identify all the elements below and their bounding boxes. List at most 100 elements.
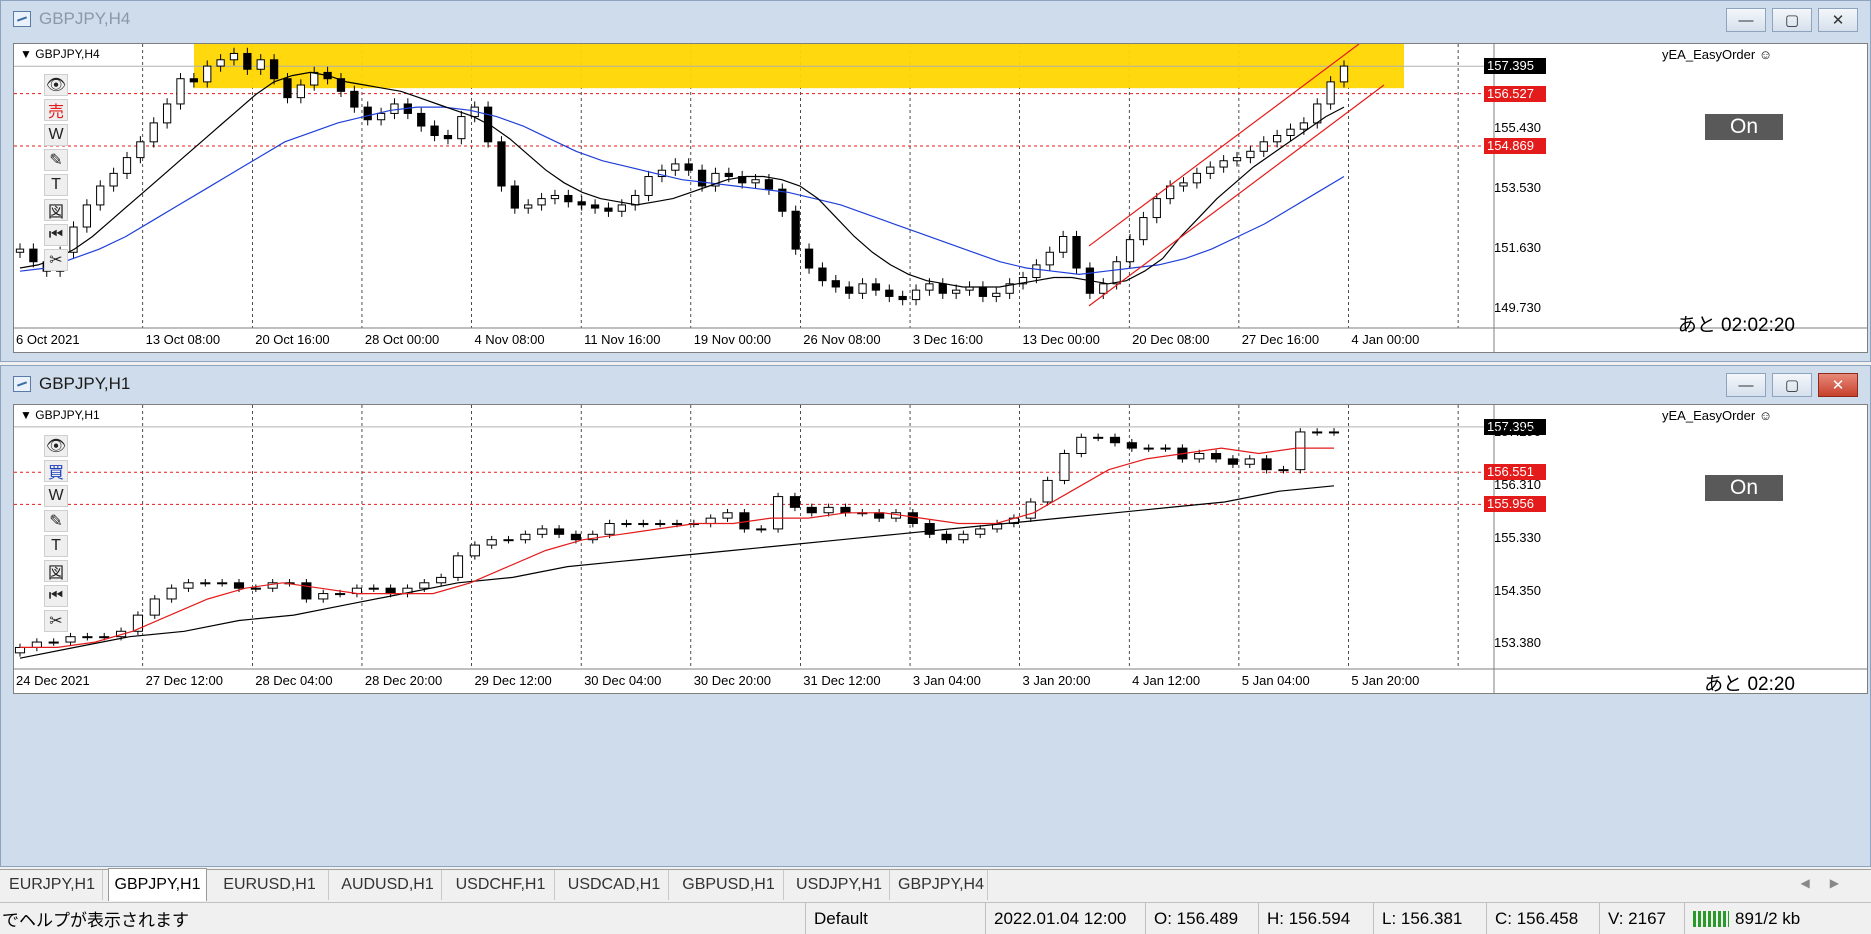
chart-canvas[interactable]: [14, 405, 1868, 694]
candle: [550, 194, 560, 200]
chart-window-gbpjpy-h1[interactable]: GBPJPY,H1 — ▢ ✕ ▼ GBPJPY,H1 yEA_EasyOrde…: [0, 365, 1871, 867]
time-axis-label: 30 Dec 20:00: [693, 673, 772, 688]
sell-order-tool[interactable]: 売: [44, 99, 68, 121]
candle: [885, 289, 894, 297]
close-button[interactable]: ✕: [1818, 373, 1858, 397]
tab-gbpjpy-h1[interactable]: GBPJPY,H1: [108, 868, 207, 901]
status-bar: でヘルプが表示されます Default 2022.01.04 12:00 O: …: [0, 902, 1871, 934]
time-axis-label: 19 Nov 00:00: [693, 332, 772, 347]
window-titlebar[interactable]: GBPJPY,H1 — ▢ ✕: [1, 366, 1870, 402]
candle: [1326, 81, 1335, 105]
pencil-icon[interactable]: ✎: [44, 510, 68, 532]
candle: [96, 185, 105, 206]
candle: [1286, 128, 1295, 137]
pencil-icon[interactable]: ✎: [44, 149, 68, 171]
candle: [1126, 442, 1137, 449]
ea-toolbar: 👁 売 W ✎ T 図 ⏮ ✂: [44, 74, 70, 274]
price-axis-label: 157.290: [1494, 424, 1541, 440]
w-tool[interactable]: W: [44, 485, 68, 507]
minimize-button[interactable]: —: [1726, 8, 1766, 32]
candle: [1211, 452, 1222, 460]
candle: [975, 528, 986, 535]
w-tool[interactable]: W: [44, 124, 68, 146]
candle: [243, 52, 252, 70]
candle: [1244, 458, 1255, 465]
chart-menu-triangle-icon[interactable]: ▼: [20, 47, 32, 61]
chart-canvas[interactable]: [14, 44, 1868, 353]
price-axis-label: 154.350: [1494, 582, 1541, 598]
maximize-button[interactable]: ▢: [1772, 373, 1812, 397]
price-axis-label: 156.310: [1494, 477, 1541, 493]
price-axis-label: 153.530: [1494, 180, 1541, 196]
candle: [831, 280, 840, 288]
candle: [233, 582, 245, 589]
ea-toolbar: 👁 買 W ✎ T 図 ⏮ ✂: [44, 435, 70, 635]
buy-order-tool[interactable]: 買: [44, 460, 68, 482]
price-axis-label: 155.330: [1494, 530, 1541, 546]
symbol-label: ▼ GBPJPY,H1: [20, 408, 100, 422]
candle: [705, 517, 716, 525]
smiley-icon: ☺: [1758, 408, 1773, 423]
candle: [109, 172, 118, 187]
candle: [537, 198, 546, 206]
candle: [1179, 182, 1188, 187]
rewind-icon[interactable]: ⏮: [44, 585, 68, 607]
tab-eurusd-h1[interactable]: EURUSD,H1: [211, 870, 329, 900]
minimize-button[interactable]: —: [1726, 373, 1766, 397]
candle: [520, 533, 531, 541]
time-axis-label: 31 Dec 12:00: [803, 673, 881, 688]
candle: [430, 125, 439, 137]
price-chart[interactable]: ▼ GBPJPY,H4 yEA_EasyOrder ☺ 👁 売 W ✎ T 図 …: [13, 43, 1868, 353]
tab-gbpjpy-h4[interactable]: GBPJPY,H4: [895, 870, 988, 900]
candle: [804, 248, 814, 269]
rewind-icon[interactable]: ⏮: [44, 224, 68, 246]
tab-eurjpy-h1[interactable]: EURJPY,H1: [2, 870, 103, 900]
shape-tool-icon[interactable]: 図: [44, 199, 68, 221]
status-volume: V: 2167: [1599, 903, 1684, 934]
time-axis-label: 5 Jan 20:00: [1351, 673, 1420, 688]
candle: [1312, 431, 1323, 434]
close-button[interactable]: ✕: [1818, 8, 1858, 32]
tab-audusd-h1[interactable]: AUDUSD,H1: [334, 870, 442, 900]
text-tool-icon[interactable]: T: [44, 535, 68, 557]
candle: [1025, 501, 1036, 519]
order-price-tag: 156.527: [1484, 85, 1546, 102]
candle: [739, 512, 750, 530]
scissors-icon[interactable]: ✂: [44, 610, 68, 632]
eye-icon[interactable]: 👁: [44, 74, 68, 96]
status-close: C: 156.458: [1486, 903, 1599, 934]
price-chart[interactable]: ▼ GBPJPY,H1 yEA_EasyOrder ☺ 👁 買 W ✎ T 図 …: [13, 404, 1868, 694]
candle: [1261, 458, 1272, 471]
window-titlebar[interactable]: GBPJPY,H4 — ▢ ✕: [1, 1, 1870, 37]
ea-on-button[interactable]: On: [1705, 475, 1783, 501]
tab-usdjpy-h1[interactable]: USDJPY,H1: [789, 870, 890, 900]
candle: [1093, 436, 1104, 439]
tab-usdcad-h1[interactable]: USDCAD,H1: [560, 870, 669, 900]
text-tool-icon[interactable]: T: [44, 174, 68, 196]
candle: [82, 204, 92, 228]
candle-countdown: あと 02:02:20: [1677, 315, 1795, 336]
scissors-icon[interactable]: ✂: [44, 249, 68, 271]
candle: [924, 523, 935, 535]
candle: [183, 582, 194, 589]
candle: [791, 210, 800, 250]
time-axis-label: 4 Jan 00:00: [1351, 332, 1420, 347]
tab-scroll-arrows-icon[interactable]: ◀▶: [1801, 876, 1859, 890]
status-help-text: でヘルプが表示されます: [2, 911, 189, 930]
shape-tool-icon[interactable]: 図: [44, 560, 68, 582]
order-price-tag: 155.956: [1484, 496, 1546, 513]
candle: [655, 523, 666, 526]
eye-icon[interactable]: 👁: [44, 435, 68, 457]
chart-menu-triangle-icon[interactable]: ▼: [20, 408, 32, 422]
candle: [1125, 239, 1135, 263]
maximize-button[interactable]: ▢: [1772, 8, 1812, 32]
chart-window-gbpjpy-h4[interactable]: GBPJPY,H4 — ▢ ✕ ▼ GBPJPY,H4 yEA_EasyOrde…: [0, 0, 1871, 362]
ea-on-button[interactable]: On: [1705, 114, 1783, 140]
candle: [1328, 431, 1340, 434]
candle: [469, 544, 480, 557]
candle: [638, 523, 649, 526]
tab-gbpusd-h1[interactable]: GBPUSD,H1: [674, 870, 784, 900]
status-open: O: 156.489: [1145, 903, 1258, 934]
tab-usdchf-h1[interactable]: USDCHF,H1: [447, 870, 555, 900]
candle: [697, 169, 707, 187]
